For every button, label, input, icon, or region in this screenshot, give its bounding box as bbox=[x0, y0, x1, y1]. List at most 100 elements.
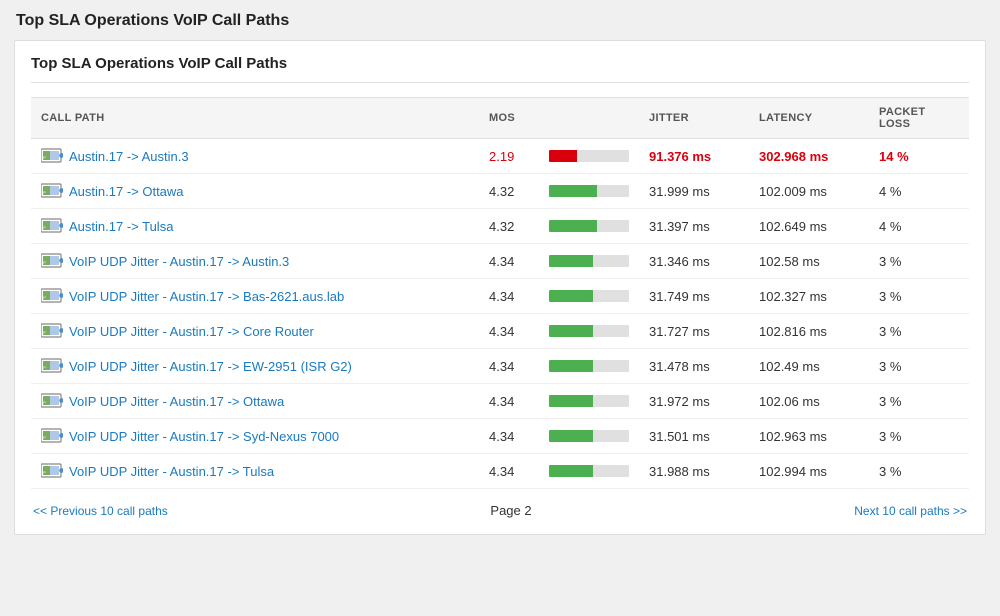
page-label: Page 2 bbox=[490, 503, 531, 518]
svg-text:IP: IP bbox=[42, 295, 46, 300]
cell-bar bbox=[539, 139, 639, 174]
latency-value: 302.968 ms bbox=[759, 149, 828, 164]
cell-call-path: IP Austin.17 -> Austin.3 bbox=[31, 139, 479, 174]
latency-value: 102.58 ms bbox=[759, 254, 820, 269]
call-path-link[interactable]: VoIP UDP Jitter - Austin.17 -> Ottawa bbox=[69, 394, 284, 409]
svg-text:IP: IP bbox=[42, 225, 46, 230]
table-row: IP Austin.17 -> Austin.3 2.19 91.376 ms 3… bbox=[31, 139, 969, 174]
mos-value: 2.19 bbox=[489, 149, 514, 164]
cell-latency: 102.963 ms bbox=[749, 419, 869, 454]
jitter-value: 31.501 ms bbox=[649, 429, 710, 444]
latency-value: 102.963 ms bbox=[759, 429, 827, 444]
cell-bar bbox=[539, 209, 639, 244]
jitter-value: 31.999 ms bbox=[649, 184, 710, 199]
jitter-value: 31.397 ms bbox=[649, 219, 710, 234]
cell-latency: 102.816 ms bbox=[749, 314, 869, 349]
bar-bg bbox=[549, 150, 629, 162]
bar-container bbox=[549, 430, 629, 442]
svg-text:IP: IP bbox=[42, 470, 46, 475]
col-bar bbox=[539, 98, 639, 139]
bar-container bbox=[549, 360, 629, 372]
prev-link[interactable]: << Previous 10 call paths bbox=[33, 504, 168, 518]
cell-mos: 2.19 bbox=[479, 139, 539, 174]
cell-mos: 4.34 bbox=[479, 419, 539, 454]
voip-icon: IP bbox=[41, 288, 63, 304]
latency-value: 102.06 ms bbox=[759, 394, 820, 409]
cell-latency: 102.49 ms bbox=[749, 349, 869, 384]
cell-jitter: 31.749 ms bbox=[639, 279, 749, 314]
call-path-link[interactable]: Austin.17 -> Ottawa bbox=[69, 184, 184, 199]
cell-jitter: 31.988 ms bbox=[639, 454, 749, 489]
call-path-link[interactable]: VoIP UDP Jitter - Austin.17 -> EW-2951 (… bbox=[69, 359, 352, 374]
inner-title: Top SLA Operations VoIP Call Paths bbox=[31, 55, 969, 83]
jitter-value: 31.988 ms bbox=[649, 464, 710, 479]
next-link[interactable]: Next 10 call paths >> bbox=[854, 504, 967, 518]
call-path-link[interactable]: VoIP UDP Jitter - Austin.17 -> Bas-2621.… bbox=[69, 289, 344, 304]
cell-latency: 302.968 ms bbox=[749, 139, 869, 174]
packet-loss-value: 4 % bbox=[879, 184, 901, 199]
cell-packet-loss: 3 % bbox=[869, 419, 969, 454]
mos-value: 4.34 bbox=[489, 359, 514, 374]
cell-mos: 4.34 bbox=[479, 349, 539, 384]
bar-bg bbox=[549, 290, 629, 302]
cell-jitter: 31.501 ms bbox=[639, 419, 749, 454]
call-path-link[interactable]: Austin.17 -> Tulsa bbox=[69, 219, 173, 234]
jitter-value: 31.749 ms bbox=[649, 289, 710, 304]
mos-value: 4.34 bbox=[489, 394, 514, 409]
col-mos: MOS bbox=[479, 98, 539, 139]
call-path-link[interactable]: VoIP UDP Jitter - Austin.17 -> Tulsa bbox=[69, 464, 274, 479]
cell-latency: 102.994 ms bbox=[749, 454, 869, 489]
packet-loss-value: 3 % bbox=[879, 429, 901, 444]
cell-packet-loss: 14 % bbox=[869, 139, 969, 174]
cell-call-path: IP VoIP UDP Jitter - Austin.17 -> Tulsa bbox=[31, 454, 479, 489]
packet-loss-value: 3 % bbox=[879, 289, 901, 304]
svg-text:IP: IP bbox=[42, 365, 46, 370]
packet-loss-value: 3 % bbox=[879, 324, 901, 339]
svg-text:IP: IP bbox=[42, 330, 46, 335]
cell-jitter: 91.376 ms bbox=[639, 139, 749, 174]
bar-fill bbox=[549, 255, 593, 267]
cell-bar bbox=[539, 384, 639, 419]
cell-packet-loss: 3 % bbox=[869, 314, 969, 349]
cell-call-path: IP Austin.17 -> Ottawa bbox=[31, 174, 479, 209]
bar-fill bbox=[549, 325, 593, 337]
cell-packet-loss: 3 % bbox=[869, 279, 969, 314]
mos-value: 4.34 bbox=[489, 324, 514, 339]
packet-loss-value: 3 % bbox=[879, 464, 901, 479]
cell-bar bbox=[539, 314, 639, 349]
svg-text:IP: IP bbox=[42, 155, 46, 160]
latency-value: 102.649 ms bbox=[759, 219, 827, 234]
cell-packet-loss: 3 % bbox=[869, 349, 969, 384]
col-latency: LATENCY bbox=[749, 98, 869, 139]
table-body: IP Austin.17 -> Austin.3 2.19 91.376 ms 3… bbox=[31, 139, 969, 489]
table-row: IP VoIP UDP Jitter - Austin.17 -> Ottawa… bbox=[31, 384, 969, 419]
call-path-link[interactable]: VoIP UDP Jitter - Austin.17 -> Austin.3 bbox=[69, 254, 289, 269]
col-call-path: CALL PATH bbox=[31, 98, 479, 139]
cell-call-path: IP VoIP UDP Jitter - Austin.17 -> Austin… bbox=[31, 244, 479, 279]
cell-packet-loss: 4 % bbox=[869, 174, 969, 209]
svg-text:IP: IP bbox=[42, 400, 46, 405]
bar-bg bbox=[549, 395, 629, 407]
packet-loss-value: 4 % bbox=[879, 219, 901, 234]
jitter-value: 31.346 ms bbox=[649, 254, 710, 269]
voip-icon: IP bbox=[41, 148, 63, 164]
cell-packet-loss: 3 % bbox=[869, 454, 969, 489]
table-row: IP VoIP UDP Jitter - Austin.17 -> EW-295… bbox=[31, 349, 969, 384]
voip-icon: IP bbox=[41, 218, 63, 234]
packet-loss-value: 14 % bbox=[879, 149, 909, 164]
cell-latency: 102.009 ms bbox=[749, 174, 869, 209]
jitter-value: 31.972 ms bbox=[649, 394, 710, 409]
voip-icon: IP bbox=[41, 253, 63, 269]
bar-container bbox=[549, 150, 629, 162]
table-row: IP VoIP UDP Jitter - Austin.17 -> Syd-Ne… bbox=[31, 419, 969, 454]
call-path-link[interactable]: Austin.17 -> Austin.3 bbox=[69, 149, 189, 164]
bar-bg bbox=[549, 325, 629, 337]
call-path-link[interactable]: VoIP UDP Jitter - Austin.17 -> Core Rout… bbox=[69, 324, 314, 339]
bar-bg bbox=[549, 255, 629, 267]
cell-bar bbox=[539, 244, 639, 279]
mos-value: 4.34 bbox=[489, 429, 514, 444]
call-path-link[interactable]: VoIP UDP Jitter - Austin.17 -> Syd-Nexus… bbox=[69, 429, 339, 444]
cell-packet-loss: 3 % bbox=[869, 244, 969, 279]
cell-mos: 4.34 bbox=[479, 244, 539, 279]
cell-mos: 4.32 bbox=[479, 174, 539, 209]
